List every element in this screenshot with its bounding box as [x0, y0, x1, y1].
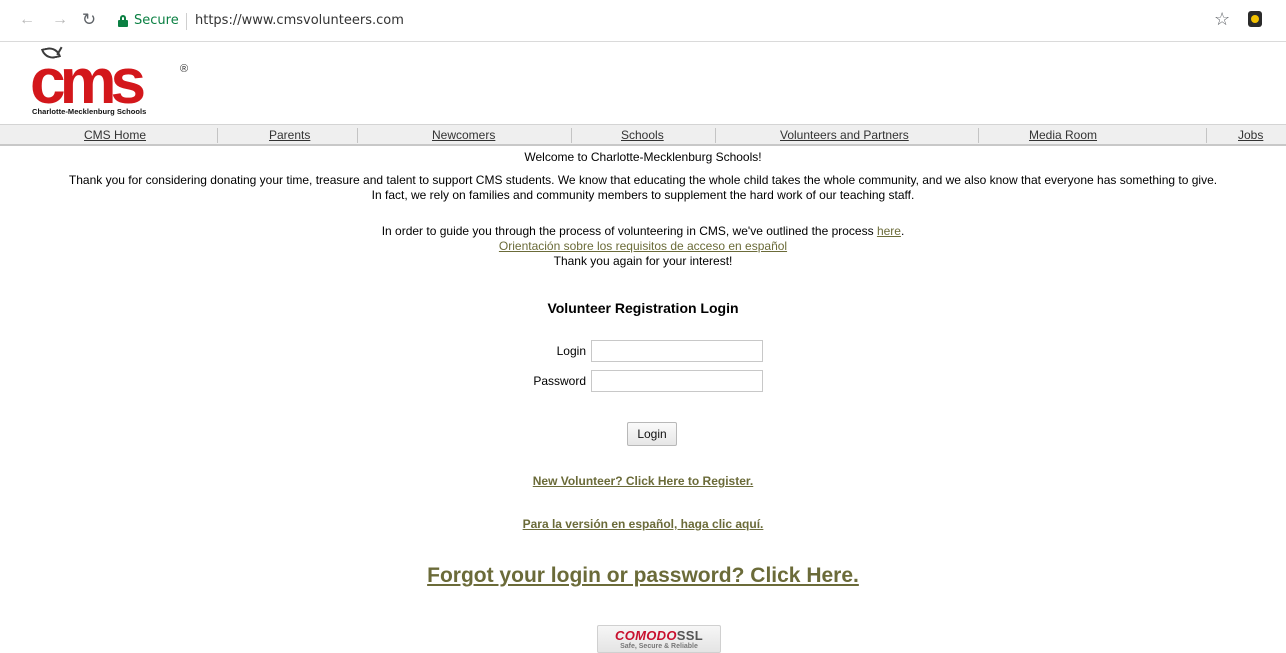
main-nav: CMS Home Parents Newcomers Schools Volun… [0, 124, 1286, 146]
forgot-link-row: Forgot your login or password? Click Her… [0, 564, 1286, 588]
thanks-again-text: Thank you again for your interest! [553, 254, 733, 268]
address-bar[interactable]: Secure https://www.cmsvolunteers.com [108, 7, 1240, 36]
url-text[interactable]: https://www.cmsvolunteers.com [195, 13, 404, 28]
nav-cms-home[interactable]: CMS Home [84, 128, 146, 142]
intro-line-1: Thank you for considering donating your … [68, 173, 1218, 187]
intro-paragraph: Thank you for considering donating your … [0, 173, 1286, 203]
browser-toolbar: ← → ↻ Secure https://www.cmsvolunteers.c… [0, 0, 1286, 42]
nav-divider [571, 128, 572, 143]
guide-sentence: In order to guide you through the proces… [381, 224, 877, 238]
nav-jobs[interactable]: Jobs [1238, 128, 1263, 142]
reload-icon[interactable]: ↻ [80, 11, 98, 29]
welcome-heading: Welcome to Charlotte-Mecklenburg Schools… [524, 150, 762, 164]
nav-schools[interactable]: Schools [621, 128, 664, 142]
intro-line-2: In fact, we rely on families and communi… [371, 188, 915, 202]
spanish-guide-link[interactable]: Orientación sobre los requisitos de acce… [0, 239, 1286, 253]
comodo-product: SSL [676, 628, 703, 643]
nav-media-room[interactable]: Media Room [1029, 128, 1097, 142]
login-button[interactable]: Login [627, 422, 677, 446]
password-label: Password [533, 374, 586, 388]
nav-volunteers-and-partners[interactable]: Volunteers and Partners [780, 128, 909, 142]
nav-parents[interactable]: Parents [269, 128, 310, 142]
guide-period: . [900, 224, 905, 238]
back-arrow-icon[interactable]: ← [18, 11, 36, 29]
nav-divider [1206, 128, 1207, 143]
nav-divider [217, 128, 218, 143]
nav-newcomers[interactable]: Newcomers [432, 128, 495, 142]
password-input[interactable] [591, 370, 763, 392]
address-divider [186, 13, 187, 30]
espanol-link-row: Para la versión en español, haga clic aq… [0, 517, 1286, 531]
login-input[interactable] [591, 340, 763, 362]
secure-label: Secure [134, 13, 179, 28]
extension-icon[interactable] [1248, 11, 1262, 27]
cms-logo[interactable]: cms ® Charlotte-Mecklenburg Schools [30, 45, 198, 119]
comodo-brand-name: COMODO [615, 628, 677, 643]
login-label: Login [556, 344, 586, 358]
registered-mark: ® [180, 63, 189, 75]
login-title: Volunteer Registration Login [547, 300, 739, 316]
forward-arrow-icon[interactable]: → [51, 11, 69, 29]
nav-divider [715, 128, 716, 143]
register-link-row: New Volunteer? Click Here to Register. [0, 474, 1286, 488]
forgot-password-link[interactable]: Forgot your login or password? Click Her… [427, 564, 859, 587]
guide-text: In order to guide you through the proces… [0, 224, 1286, 238]
logo-subtitle: Charlotte-Mecklenburg Schools [32, 107, 147, 116]
star-icon[interactable]: ☆ [1214, 9, 1230, 29]
comodo-tagline: Safe, Secure & Reliable [620, 643, 698, 650]
lock-icon [118, 15, 128, 27]
espanol-link[interactable]: Para la versión en español, haga clic aq… [523, 517, 764, 531]
nav-divider [978, 128, 979, 143]
guide-here-link[interactable]: here [877, 224, 901, 238]
logo-mark: cms [30, 45, 146, 117]
nav-divider [357, 128, 358, 143]
register-link[interactable]: New Volunteer? Click Here to Register. [533, 474, 754, 488]
comodo-brand: COMODOSSL [598, 628, 720, 643]
comodo-ssl-badge[interactable]: COMODOSSL Safe, Secure & Reliable [597, 625, 721, 653]
